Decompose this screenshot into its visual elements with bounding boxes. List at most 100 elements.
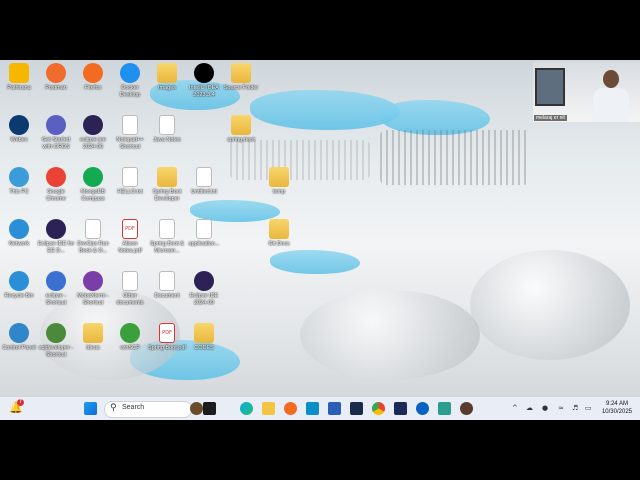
desktop-icon-label: Eclipse IDE for EE D...	[37, 241, 75, 254]
store-icon[interactable]	[306, 402, 319, 415]
desktop-icon-eclipse-ide-2024-09[interactable]: Eclipse IDE 2024-09	[185, 271, 223, 306]
app-icon	[9, 167, 29, 187]
app-icon	[46, 323, 66, 343]
wallpaper-rock	[300, 290, 480, 380]
desktop-icon-hello-txt[interactable]: HELLO.txt	[111, 167, 149, 196]
desktop-icon-alison-notes-pdf[interactable]: PDF Alison Notes.pdf	[111, 219, 149, 254]
desktop-icon-label: IntelliJ IDEA 2023.3.4	[189, 85, 219, 98]
desktop-icon-eclipse-shortcut[interactable]: eclipse - Shortcut	[37, 271, 75, 306]
app-icon	[9, 115, 29, 135]
desktop-icon-label: Git Docs	[268, 241, 290, 247]
desktop-icon-temp[interactable]: temp	[260, 167, 298, 196]
desktop-icon-source-folder[interactable]: Source Folder	[222, 63, 260, 92]
clock[interactable]: 9:24 AM 10/30/2025	[602, 400, 632, 416]
desktop-icon-eclipse-jee-2024-06[interactable]: eclipse jee 2024-06	[74, 115, 112, 150]
app-icon[interactable]	[328, 402, 341, 415]
letterbox-top	[0, 0, 640, 60]
wifi-icon[interactable]: ≈	[558, 404, 564, 412]
desktop-icon-label: Firefox	[84, 85, 102, 91]
background-monitor	[535, 68, 565, 106]
desktop-icon-label: Ideas	[86, 345, 100, 351]
file-explorer-icon[interactable]	[262, 402, 275, 415]
desktop-icon-devops-run-book-o[interactable]: DevOps Run Book & O...	[74, 219, 112, 254]
app-icon	[120, 323, 140, 343]
desktop-icon-label: Java Notes	[153, 137, 181, 143]
desktop-icon-mobaxterm-shortcut[interactable]: MobaXterm - Shortcut	[74, 271, 112, 306]
edge-icon[interactable]	[240, 402, 253, 415]
desktop-icon-winscp[interactable]: winSCP	[111, 323, 149, 352]
desktop-icon-docker-desktop[interactable]: Docker Desktop	[111, 63, 149, 98]
microphone-icon[interactable]: ●	[542, 404, 548, 412]
presenter-shirt	[593, 88, 629, 122]
document-icon	[196, 219, 212, 239]
desktop-icon-label: Notepad++ Shortcut	[116, 137, 144, 150]
desktop-icon-images[interactable]: Images	[148, 63, 186, 92]
desktop-icon-label: DevOps Run Book & O...	[77, 241, 109, 254]
task-view-icon[interactable]	[203, 402, 216, 415]
user-folder-icon	[9, 63, 29, 83]
desktop-icon-application[interactable]: application...	[185, 219, 223, 248]
folder-icon	[157, 167, 177, 187]
app-icon	[46, 115, 66, 135]
desktop-icon-document[interactable]: Document	[148, 271, 186, 300]
desktop-icon-git-docs[interactable]: Git Docs	[260, 219, 298, 248]
desktop-icon-control-panel[interactable]: Control Panel	[0, 323, 38, 352]
desktop-icon-mongodb-compass[interactable]: MongoDB Compass	[74, 167, 112, 202]
webcam-overlay: melaraj er nit	[533, 62, 640, 122]
desktop-icon-eclipse-ide-for-ee-d[interactable]: Eclipse IDE for EE D...	[37, 219, 75, 254]
desktop-icon-java-notes[interactable]: Java Notes	[148, 115, 186, 144]
app-icon	[83, 63, 103, 83]
desktop-icon-postman[interactable]: Postman	[37, 63, 75, 92]
desktop-icon-spring-boot[interactable]: spring-boot	[222, 115, 260, 144]
desktop-icon-other-documents[interactable]: Other documents	[111, 271, 149, 306]
app-icon	[9, 323, 29, 343]
mobaxterm-icon[interactable]	[438, 402, 451, 415]
battery-icon[interactable]: ▭	[585, 404, 592, 412]
time: 9:24 AM	[605, 401, 628, 407]
desktop-icon-firefox[interactable]: Firefox	[74, 63, 112, 92]
intellij-icon[interactable]	[394, 402, 407, 415]
desktop-icon-network[interactable]: Network	[0, 219, 38, 248]
desktop-icon-codes[interactable]: CODES	[185, 323, 223, 352]
desktop-icon-label: Get Started with ORDS	[41, 137, 71, 150]
desktop-icon-label: Recycle Bin	[4, 293, 34, 299]
widgets-icon[interactable]	[190, 402, 203, 415]
desktop-icon-spring-boot-pdf[interactable]: PDF Spring Boot.pdf	[148, 323, 186, 352]
start-button[interactable]	[84, 402, 97, 415]
app-icon[interactable]	[460, 402, 473, 415]
desktop-icon-get-started-with-ords[interactable]: Get Started with ORDS	[37, 115, 75, 150]
document-icon	[159, 271, 175, 291]
desktop-icon-pathirana[interactable]: Pathirana	[0, 63, 38, 92]
desktop-icon-this-pc[interactable]: This PC	[0, 167, 38, 196]
desktop-icon-spring-boot-microser[interactable]: Spring Boot & Microser...	[148, 219, 186, 254]
letterbox-bottom	[0, 420, 640, 480]
speaker-icon[interactable]: ♬	[572, 404, 578, 412]
desktop-icon-label: CODES	[194, 345, 214, 351]
firefox-icon[interactable]	[284, 402, 297, 415]
desktop-icon-recycle-bin[interactable]: Recycle Bin	[0, 271, 38, 300]
desktop-icon-webex[interactable]: Webex	[0, 115, 38, 144]
desktop-icon-sqldeveloper-shortcut[interactable]: sqldeveloper - Shortcut	[37, 323, 75, 358]
desktop-icon-label: Other documents	[116, 293, 144, 306]
desktop-icon-spring-boot-developer[interactable]: Spring Boot Developer	[148, 167, 186, 202]
desktop-icon-label: application...	[188, 241, 220, 247]
search-icon: ⚲	[110, 403, 117, 413]
wallpaper-pool	[250, 90, 400, 130]
chrome-icon[interactable]	[372, 402, 385, 415]
sync-icon[interactable]: ☁	[526, 404, 533, 412]
webex-icon[interactable]	[416, 402, 429, 415]
search-box[interactable]: ⚲ Search	[104, 401, 192, 418]
desktop-icon-label: temp	[272, 189, 286, 195]
desktop-icon-label: spring-boot	[227, 137, 255, 143]
desktop-icon-ideas[interactable]: Ideas	[74, 323, 112, 352]
document-icon	[196, 167, 212, 187]
desktop-icon-untitled-txt[interactable]: Untitled.txt	[185, 167, 223, 196]
terminal-icon[interactable]	[350, 402, 363, 415]
desktop-icon-google-chrome[interactable]: Google Chrome	[37, 167, 75, 202]
document-icon	[85, 219, 101, 239]
chevron-up-icon[interactable]: ^	[512, 404, 518, 412]
pdf-icon: PDF	[122, 219, 138, 239]
desktop-icon-intellij-idea-2023-3-4[interactable]: IntelliJ IDEA 2023.3.4	[185, 63, 223, 98]
desktop-icon-notepad-shortcut[interactable]: Notepad++ Shortcut	[111, 115, 149, 150]
desktop-icon-label: Document	[154, 293, 180, 299]
